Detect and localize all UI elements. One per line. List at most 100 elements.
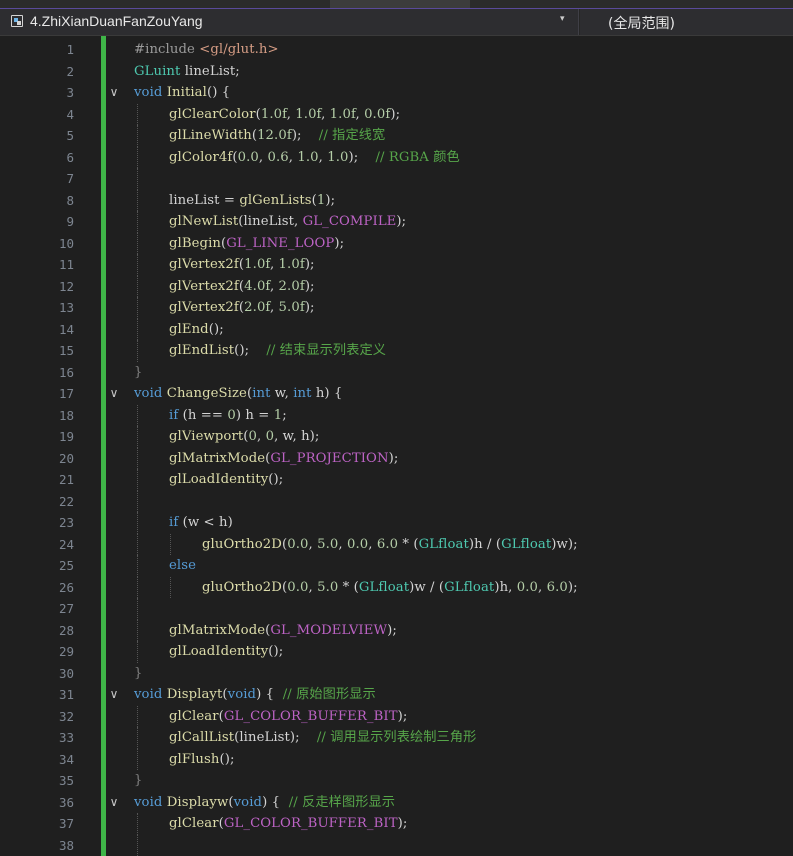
line-number: 20 [58,450,74,466]
code-text: glEnd(); [169,319,224,341]
code-text: } [134,770,143,792]
code-token: GL_COLOR_BUFFER_BIT [223,708,398,724]
code-line[interactable]: 12 glVertex2f(4.0f, 2.0f); [0,275,793,298]
code-text: glLoadIdentity(); [169,641,283,663]
code-editor[interactable]: 1 #include <gl/glut.h> 2 GLuint lineList; 3 ∨… [0,36,793,856]
code-text: glClear(GL_COLOR_BUFFER_BIT); [169,706,407,728]
line-number: 15 [58,343,74,358]
code-token: // RGBA 颜色 [375,149,460,165]
code-token: GL_PROJECTION [270,450,389,466]
code-token: if [169,515,179,530]
code-line[interactable]: 6 glColor4f(0.0, 0.6, 1.0, 1.0); // RGBA … [0,146,793,168]
code-line[interactable]: 5 glLineWidth(12.0f); // 指定线宽 [0,125,793,147]
code-line[interactable]: 18 if (h == 0) h = 1; [0,404,793,426]
code-line[interactable]: 20 glMatrixMode(GL_PROJECTION); [0,447,793,469]
code-line[interactable]: 23 if (w < h) [0,512,793,534]
code-line[interactable]: 35} [0,770,793,792]
code-token: 1.0 [297,149,319,165]
code-line[interactable]: 28 glMatrixMode(GL_MODELVIEW); [0,619,793,641]
code-line[interactable]: 33 glCallList(lineList); // 调用显示列表绘制三角形 [0,727,793,749]
line-number: 9 [66,214,74,229]
code-line[interactable]: 32 glClear(GL_COLOR_BUFFER_BIT); [0,705,793,728]
code-line[interactable]: 11 glVertex2f(1.0f, 1.0f); [0,254,793,276]
code-line[interactable]: 21 glLoadIdentity(); [0,469,793,491]
indent-guide [137,490,138,512]
line-number: 29 [58,644,74,659]
code-line[interactable]: 22 [0,490,793,512]
code-line[interactable]: 34 glFlush(); [0,748,793,770]
code-token: glViewport [169,429,244,444]
code-token: void [134,386,163,401]
code-token: glClearColor [169,106,256,122]
code-line[interactable]: 2 GLuint lineList; [0,61,793,83]
code-token: glEndList [169,343,235,358]
code-line[interactable]: 13 glVertex2f(2.0f, 5.0f); [0,297,793,319]
code-token: 1.0f [260,106,287,122]
indent-guide [137,469,138,491]
code-token: int [252,386,271,401]
project-dropdown[interactable]: 4.ZhiXianDuanFanZouYang ▾ [0,9,579,35]
code-line[interactable]: 7 [0,168,793,190]
indent-guide [137,447,138,469]
indent-guide [137,146,138,168]
code-token: , [338,536,347,552]
code-line[interactable]: 31 ∨ void Displayt(void) { // 原始图形显示 [0,684,793,706]
code-token: // 指定线宽 [318,128,386,143]
code-line[interactable]: 38 [0,834,793,856]
indent-guide [137,576,138,598]
indent-guide [170,576,171,598]
document-tab[interactable] [330,0,470,8]
code-line[interactable]: 9 glNewList(lineList, GL_COMPILE); [0,211,793,233]
code-token: ); [388,450,399,466]
code-line[interactable]: 30} [0,663,793,685]
code-token: glVertex2f [169,300,239,315]
code-line[interactable]: 16} [0,362,793,384]
code-text: glLoadIdentity(); [169,469,283,491]
code-token: , [286,106,296,122]
code-line[interactable]: 17 ∨ void ChangeSize(int w, int h) { [0,383,793,405]
code-line[interactable]: 14 glEnd(); [0,318,793,341]
code-token: 1.0f [295,106,322,122]
code-text: glVertex2f(4.0f, 2.0f); [169,276,315,298]
fold-toggle-icon[interactable]: ∨ [106,792,122,814]
code-line[interactable]: 19 glViewport(0, 0, w, h); [0,426,793,448]
code-line[interactable]: 10 glBegin(GL_LINE_LOOP); [0,232,793,254]
code-line[interactable]: 1 #include <gl/glut.h> [0,39,793,61]
line-number: 18 [58,407,74,423]
indent-guide [137,404,138,426]
code-line[interactable]: 15 glEndList(); // 结束显示列表定义 [0,340,793,362]
code-text: else [169,555,196,577]
code-token: 6.0 [376,536,399,552]
indent-guide [137,340,138,362]
code-line[interactable]: 37 glClear(GL_COLOR_BUFFER_BIT); [0,813,793,835]
code-line[interactable]: 26 gluOrtho2D(0.0, 5.0 * (GLfloat)w / (GL… [0,576,793,598]
code-token: glMatrixMode [169,450,266,466]
chevron-down-icon[interactable]: ▾ [560,14,565,24]
indent-guide [137,297,138,319]
code-token: 2.0f [244,300,270,315]
fold-toggle-icon[interactable]: ∨ [106,82,122,104]
code-token: glClear [169,816,219,831]
code-line[interactable]: 24 gluOrtho2D(0.0, 5.0, 0.0, 6.0 * (GLflo… [0,533,793,555]
code-token: (); [219,751,235,767]
line-number: 5 [66,128,74,143]
scope-dropdown[interactable]: (全局范围) [580,9,793,35]
code-line[interactable]: 8 lineList = glGenLists(1); [0,189,793,211]
code-text: glNewList(lineList, GL_COMPILE); [169,211,406,233]
code-token: ); [304,257,315,272]
code-token: * ( [398,536,419,552]
code-line[interactable]: 36 ∨ void Displayw(void) { // 反走样图形显示 [0,792,793,814]
code-line[interactable]: 25 else [0,555,793,577]
code-token: // 结束显示列表定义 [266,343,387,358]
line-number: 19 [58,429,74,444]
fold-toggle-icon[interactable]: ∨ [106,684,122,706]
code-token: // 反走样图形显示 [288,794,396,810]
code-token: void [134,687,163,702]
line-number: 26 [58,579,74,595]
code-line[interactable]: 4 glClearColor(1.0f, 1.0f, 1.0f, 0.0f); [0,103,793,125]
code-line[interactable]: 29 glLoadIdentity(); [0,641,793,663]
code-line[interactable]: 27 [0,598,793,620]
fold-toggle-icon[interactable]: ∨ [106,383,122,405]
code-text: } [134,362,143,384]
code-line[interactable]: 3 ∨ void Initial() { [0,82,793,104]
